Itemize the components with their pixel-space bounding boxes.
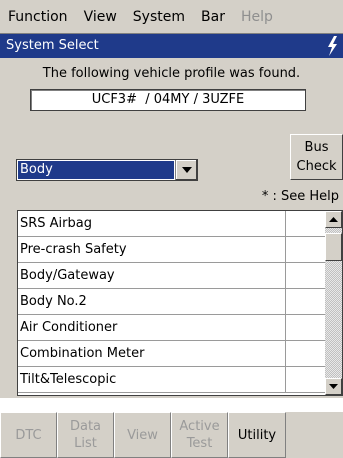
window-title-bar: System Select — [0, 34, 343, 58]
menu-help[interactable]: Help — [233, 0, 281, 34]
bus-check-label-line1: Bus — [304, 140, 329, 155]
list-item-label: Air Conditioner — [18, 315, 286, 340]
menu-system[interactable]: System — [125, 0, 193, 34]
menu-bar-item[interactable]: Bar — [193, 0, 233, 34]
profile-found-message: The following vehicle profile was found. — [42, 66, 301, 81]
function-button-bar: DTC Data List View Active Test Utility — [0, 412, 343, 458]
dropdown-arrow-button[interactable] — [175, 160, 197, 180]
utility-button[interactable]: Utility — [228, 412, 286, 458]
scroll-thumb[interactable] — [325, 233, 342, 261]
list-item-label: Body No.2 — [18, 289, 286, 314]
system-category-dropdown[interactable]: Body — [16, 159, 198, 181]
list-item-label: Combination Meter — [18, 341, 286, 366]
list-item[interactable]: Combination Meter — [18, 341, 326, 367]
list-item-label: Tilt&Telescopic — [18, 367, 286, 392]
list-scrollbar[interactable] — [325, 211, 342, 395]
list-item[interactable]: Air Conditioner — [18, 315, 326, 341]
see-help-note: * : See Help — [261, 189, 339, 204]
system-list: SRS Airbag Pre-crash Safety Body/Gateway… — [17, 210, 343, 396]
menu-function[interactable]: Function — [0, 0, 76, 34]
menu-view[interactable]: View — [76, 0, 125, 34]
data-list-button[interactable]: Data List — [57, 412, 114, 458]
list-item[interactable]: Body/Gateway — [18, 263, 326, 289]
system-select-panel: The following vehicle profile was found.… — [0, 58, 343, 398]
window-title: System Select — [6, 38, 99, 53]
list-item[interactable]: Tilt&Telescopic — [18, 367, 326, 393]
arrow-up-icon — [329, 217, 338, 222]
list-item-label: Pre-crash Safety — [18, 237, 286, 262]
menu-bar: Function View System Bar Help — [0, 0, 343, 34]
scroll-up-button[interactable] — [325, 211, 342, 228]
lightning-icon — [328, 36, 337, 56]
arrow-down-icon — [329, 384, 338, 389]
bus-check-label-line2: Check — [296, 159, 337, 174]
list-item-label: Body/Gateway — [18, 263, 286, 288]
scroll-down-button[interactable] — [325, 378, 342, 395]
chevron-down-icon — [181, 167, 192, 173]
list-item[interactable]: SRS Airbag — [18, 211, 326, 237]
dtc-button[interactable]: DTC — [0, 412, 57, 458]
view-button[interactable]: View — [114, 412, 171, 458]
list-item[interactable]: Pre-crash Safety — [18, 237, 326, 263]
list-item[interactable]: Body No.2 — [18, 289, 326, 315]
dropdown-selected-value: Body — [18, 161, 174, 179]
bus-check-button[interactable]: Bus Check — [290, 134, 343, 180]
active-test-button[interactable]: Active Test — [171, 412, 228, 458]
list-item-label: SRS Airbag — [18, 211, 286, 236]
vehicle-profile-field: UCF3# / 04MY / 3UZFE — [30, 89, 306, 111]
